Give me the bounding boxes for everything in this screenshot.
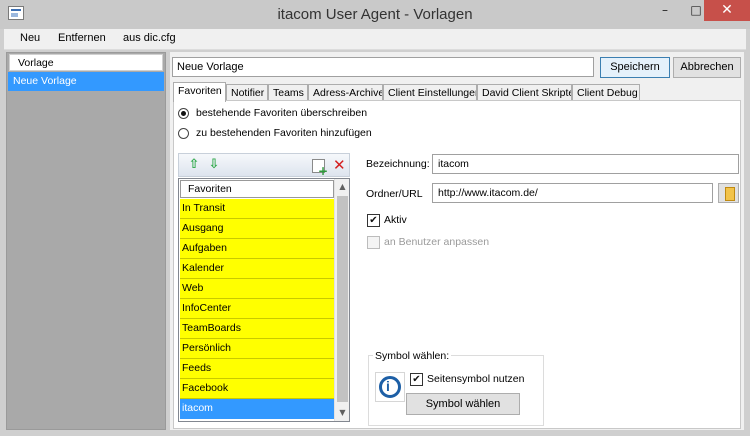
favorites-scrollbar[interactable]: ▲ ▼ <box>334 179 349 421</box>
radio-append-label: zu bestehenden Favoriten hinzufügen <box>196 127 372 139</box>
window-title: itacom User Agent - Vorlagen <box>277 6 473 23</box>
list-item[interactable]: InfoCenter <box>180 299 334 319</box>
symbol-group-title: Symbol wählen: <box>373 350 452 362</box>
menu-bar: Neu Entfernen aus dic.cfg <box>4 29 746 50</box>
template-list-item[interactable]: Neue Vorlage <box>8 72 164 91</box>
favorites-list-header[interactable]: Favoriten <box>180 180 334 198</box>
active-checkbox[interactable]: ✔ <box>367 214 380 227</box>
tab-favoriten[interactable]: Favoriten <box>173 82 226 102</box>
list-item[interactable]: Ausgang <box>180 219 334 239</box>
tab-client-debug[interactable]: Client Debug <box>572 84 640 101</box>
use-page-symbol-label: Seitensymbol nutzen <box>427 373 525 385</box>
list-item[interactable]: TeamBoards <box>180 319 334 339</box>
add-favorite-icon[interactable] <box>312 159 328 177</box>
template-list: Vorlage Neue Vorlage <box>6 52 166 430</box>
list-item[interactable]: Aufgaben <box>180 239 334 259</box>
template-editor: Neue Vorlage Speichern Abbrechen Favorit… <box>170 52 744 430</box>
user-adjust-checkbox[interactable] <box>367 236 380 249</box>
itacom-logo-icon: i <box>375 372 405 402</box>
list-item[interactable]: Facebook <box>180 379 334 399</box>
minimize-button[interactable]: – <box>651 0 679 21</box>
choose-symbol-button[interactable]: Symbol wählen <box>406 393 520 415</box>
list-item[interactable]: Feeds <box>180 359 334 379</box>
close-button[interactable]: ✕ <box>704 0 750 21</box>
list-item[interactable]: Web <box>180 279 334 299</box>
list-item-selected[interactable]: itacom <box>180 399 334 419</box>
list-item[interactable]: Persönlich <box>180 339 334 359</box>
menu-item-entfernen[interactable]: Entfernen <box>58 32 106 44</box>
tab-client-einstellungen[interactable]: Client Einstellungen <box>383 84 477 101</box>
favoriten-tab-panel: bestehende Favoriten überschreiben zu be… <box>173 100 741 429</box>
menu-item-aus-dic-cfg[interactable]: aus dic.cfg <box>123 32 176 44</box>
template-name-input[interactable]: Neue Vorlage <box>172 57 594 77</box>
move-up-icon[interactable]: ⇧ <box>188 158 200 172</box>
radio-append[interactable] <box>178 128 189 139</box>
favorites-list[interactable]: Favoriten In Transit Ausgang Aufgaben Ka… <box>178 178 350 422</box>
list-item[interactable]: Kalender <box>180 259 334 279</box>
title-bar: itacom User Agent - Vorlagen – □ ✕ <box>0 0 750 29</box>
scroll-thumb[interactable] <box>337 196 348 402</box>
tab-teams[interactable]: Teams <box>268 84 308 101</box>
user-adjust-label: an Benutzer anpassen <box>384 236 490 248</box>
move-down-icon[interactable]: ⇩ <box>208 158 220 172</box>
tab-strip: Favoriten Notifier Teams Adress-Archive … <box>173 82 741 102</box>
tab-notifier[interactable]: Notifier <box>226 84 268 101</box>
name-label: Bezeichnung: <box>366 158 430 170</box>
favorite-name-input[interactable]: itacom <box>432 154 739 174</box>
favorites-toolbar: ⇧ ⇩ ✕ <box>178 153 350 177</box>
cancel-button[interactable]: Abbrechen <box>673 57 741 78</box>
menu-item-neu[interactable]: Neu <box>20 32 40 44</box>
radio-overwrite[interactable] <box>178 108 189 119</box>
list-item[interactable]: In Transit <box>180 199 334 219</box>
tab-david-client-skripte[interactable]: David Client Skripte <box>477 84 572 101</box>
delete-favorite-icon[interactable]: ✕ <box>333 157 346 173</box>
active-label: Aktiv <box>384 214 407 226</box>
scroll-down-icon[interactable]: ▼ <box>335 405 349 421</box>
symbol-group: Symbol wählen: i ✔ Seitensymbol nutzen S… <box>368 350 544 426</box>
use-page-symbol-checkbox[interactable]: ✔ <box>410 373 423 386</box>
save-button[interactable]: Speichern <box>600 57 670 78</box>
template-list-header[interactable]: Vorlage <box>9 54 163 71</box>
tab-adress-archive[interactable]: Adress-Archive <box>308 84 383 101</box>
browse-folder-button[interactable] <box>718 183 739 203</box>
scroll-up-icon[interactable]: ▲ <box>335 179 349 195</box>
url-label: Ordner/URL <box>366 188 423 200</box>
url-input[interactable]: http://www.itacom.de/ <box>432 183 713 203</box>
radio-overwrite-label: bestehende Favoriten überschreiben <box>196 107 368 119</box>
